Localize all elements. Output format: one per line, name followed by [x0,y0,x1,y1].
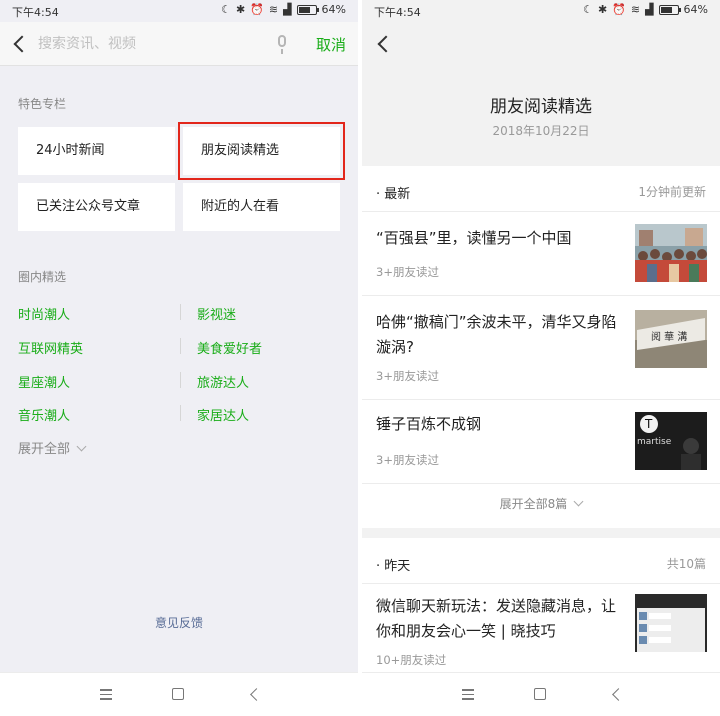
circle-item-home[interactable]: 家居达人 [197,405,249,424]
article-title: 哈佛“撤稿门”余波未平，清华又身陷漩涡? [376,313,617,356]
status-bar: 下午4:54 ☾ ✱ ⏰ ≋ ▟ 64% [0,0,358,22]
system-nav-bar [0,672,358,716]
latest-updated: 1分钟前更新 [638,185,706,199]
thumb-brand: martise [637,437,672,447]
circle-item-movies[interactable]: 影视迷 [197,304,236,323]
yesterday-card: · 昨天 共10篇 微信聊天新玩法：发送隐藏消息，让你和朋友会心一笑 | 晓技巧… [362,538,720,678]
grid-divider [180,304,181,320]
grid-divider [180,338,181,354]
signal-icon: ▟ [645,3,654,16]
back-icon[interactable] [612,688,625,701]
status-time: 下午4:54 [374,6,421,19]
battery-icon [658,4,681,15]
search-panel: 下午4:54 ☾ ✱ ⏰ ≋ ▟ 64% 取消 特色专栏 24小时新闻 朋友阅读… [0,0,358,716]
battery-percent: 64% [683,3,708,16]
circle-section-label: 圈内精选 [18,270,67,284]
latest-label: · 最新 [376,187,411,202]
article-thumbnail: 阅 華 溝 [635,310,707,368]
menu-icon[interactable] [100,689,112,703]
chevron-down-icon [76,441,87,452]
signal-icon: ▟ [283,3,292,16]
article-readers: 3+朋友读过 [376,453,439,467]
alarm-icon: ⏰ [250,3,264,16]
tile-friends-reading[interactable]: 朋友阅读精选 [178,122,345,180]
article-thumbnail [635,224,707,282]
article-thumbnail [635,594,707,652]
featured-section-label: 特色专栏 [18,97,67,111]
wifi-icon: ≋ [630,3,641,16]
sign-text: 阅 華 溝 [651,330,687,343]
yesterday-count: 共10篇 [666,557,706,571]
chevron-down-icon [573,496,584,507]
search-bar: 取消 [0,22,358,66]
crowd-image [635,224,707,282]
article-item[interactable]: 哈佛“撤稿门”余波未平，清华又身陷漩涡? 3+朋友读过 阅 華 溝 [362,296,720,400]
article-item[interactable]: 微信聊天新玩法：发送隐藏消息，让你和朋友会心一笑 | 晓技巧 10+朋友读过 [362,584,720,678]
tile-followed-articles[interactable]: 已关注公众号文章 [18,183,175,231]
grid-divider [180,372,181,388]
page-title: 朋友阅读精选 [490,97,592,117]
status-bar: 下午4:54 ☾ ✱ ⏰ ≋ ▟ 64% [362,0,720,22]
article-title: “百强县”里，读懂另一个中国 [376,229,572,247]
yesterday-label: · 昨天 [376,559,411,574]
status-time: 下午4:54 [12,6,59,19]
battery-percent: 64% [321,3,346,16]
circle-item-music[interactable]: 音乐潮人 [18,405,70,424]
chat-screenshot-image [635,594,707,652]
circle-item-internet[interactable]: 互联网精英 [18,338,83,357]
smartisan-image: T martise [635,412,707,470]
cancel-button[interactable]: 取消 [316,34,346,55]
article-readers: 3+朋友读过 [376,369,439,383]
circle-item-fashion[interactable]: 时尚潮人 [18,304,70,323]
search-input[interactable] [38,31,268,57]
article-item[interactable]: 锤子百炼不成钢 3+朋友读过 T martise [362,400,720,484]
bluetooth-icon: ✱ [235,3,246,16]
back-arrow-icon[interactable] [13,35,31,53]
expand-more-button[interactable]: 展开全部8篇 [362,484,720,524]
feedback-link[interactable]: 意见反馈 [0,614,358,631]
tile-nearby-reading[interactable]: 附近的人在看 [183,183,340,231]
bluetooth-icon: ✱ [597,3,608,16]
battery-icon [296,4,319,15]
grid-divider [180,405,181,421]
home-icon[interactable] [534,688,546,700]
article-thumbnail: T martise [635,412,707,470]
wifi-icon: ≋ [268,3,279,16]
tile-24h-news[interactable]: 24小时新闻 [18,127,175,175]
moon-icon: ☾ [583,3,593,16]
moon-icon: ☾ [221,3,231,16]
home-icon[interactable] [172,688,184,700]
circle-item-travel[interactable]: 旅游达人 [197,372,249,391]
article-title: 微信聊天新玩法：发送隐藏消息，让你和朋友会心一笑 | 晓技巧 [376,597,617,640]
expand-more-label: 展开全部8篇 [499,497,568,511]
latest-card: · 最新 1分钟前更新 “百强县”里，读懂另一个中国 3+朋友读过 哈佛“撤稿门… [362,166,720,528]
expand-all-button[interactable]: 展开全部 [18,438,87,457]
system-nav-bar [362,672,720,716]
menu-icon[interactable] [462,689,474,703]
circle-item-horoscope[interactable]: 星座潮人 [18,372,70,391]
thumb-tee: T [644,417,653,431]
article-title: 锤子百炼不成钢 [376,415,482,433]
yesterday-header: · 昨天 共10篇 [362,538,720,584]
alarm-icon: ⏰ [612,3,626,16]
back-arrow-icon[interactable] [377,35,395,53]
back-icon[interactable] [250,688,263,701]
microphone-icon[interactable] [278,35,286,54]
latest-header: · 最新 1分钟前更新 [362,166,720,212]
page-date: 2018年10月22日 [492,124,590,138]
article-readers: 3+朋友读过 [376,265,439,279]
campus-sign-image: 阅 華 溝 [635,310,707,368]
expand-all-label: 展开全部 [18,442,71,457]
circle-item-food[interactable]: 美食爱好者 [197,338,262,357]
detail-panel: 下午4:54 ☾ ✱ ⏰ ≋ ▟ 64% 朋友阅读精选 2018年10月22日 … [362,0,720,716]
article-item[interactable]: “百强县”里，读懂另一个中国 3+朋友读过 [362,212,720,296]
article-readers: 10+朋友读过 [376,653,447,667]
